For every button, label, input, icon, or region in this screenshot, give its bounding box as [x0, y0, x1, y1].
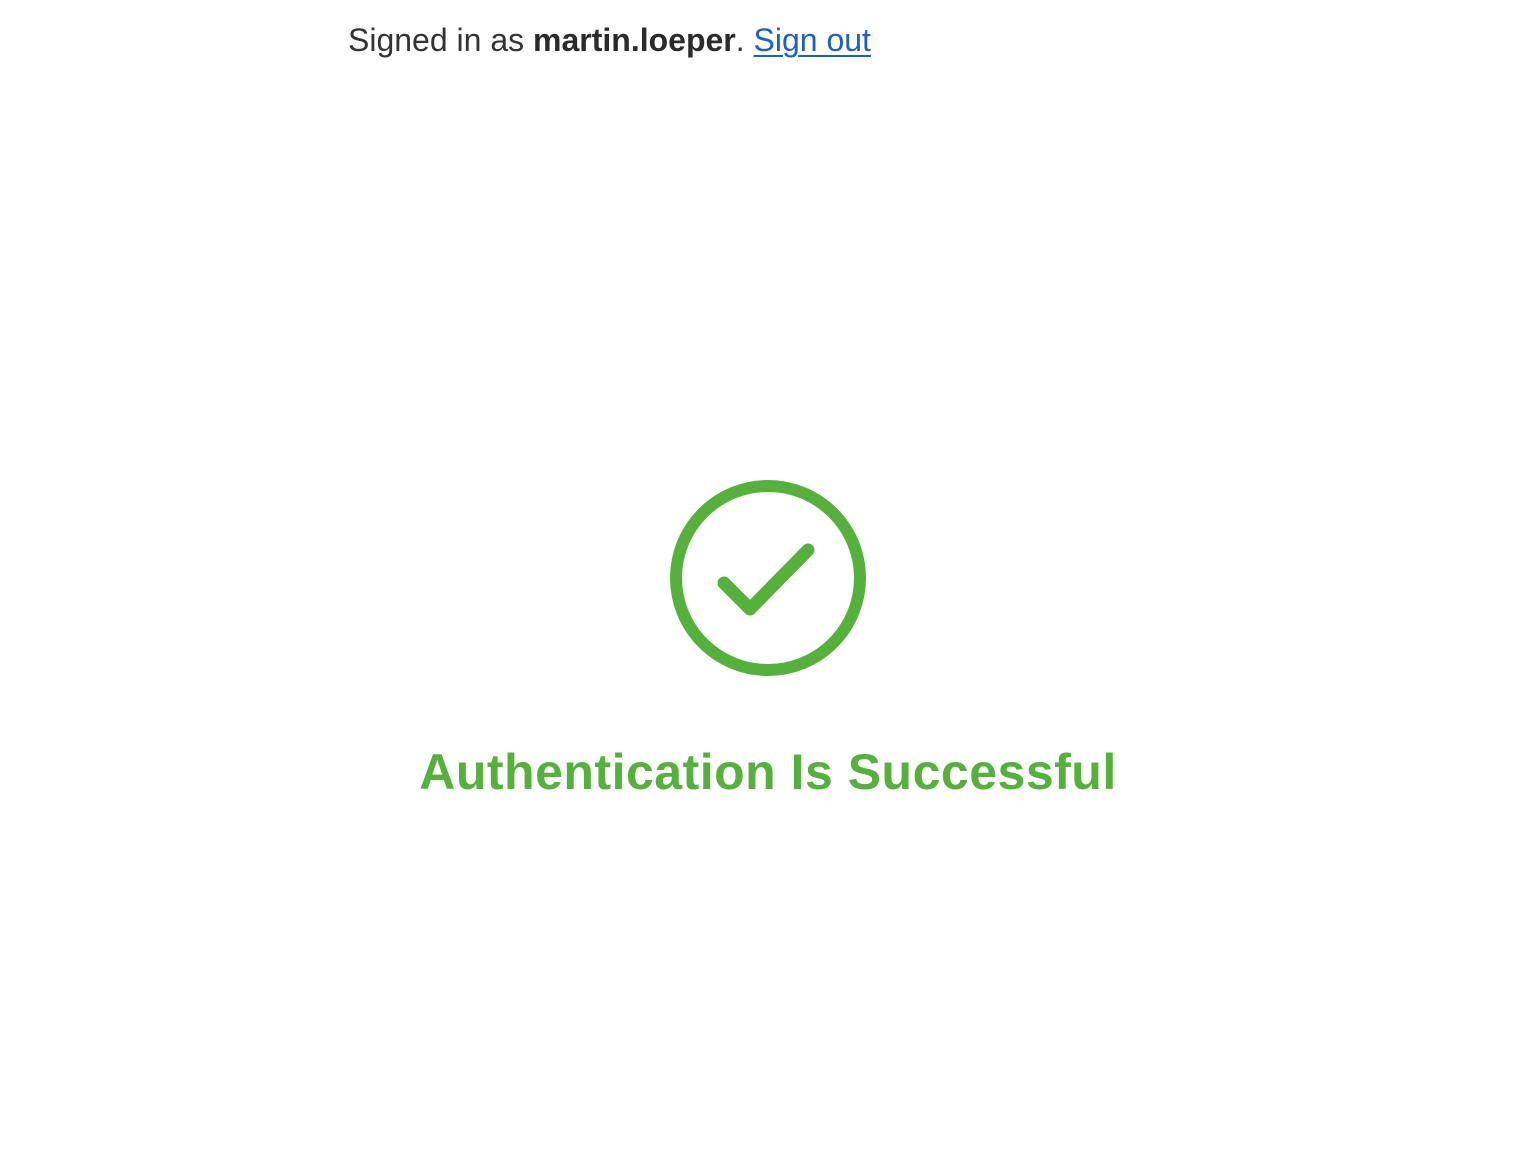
- signed-in-prefix: Signed in as: [348, 22, 525, 58]
- sign-out-link[interactable]: Sign out: [754, 22, 871, 58]
- success-title: Authentication Is Successful: [419, 744, 1117, 800]
- check-mark: [717, 543, 815, 616]
- check-circle-ring: [670, 480, 866, 676]
- signed-in-status: Signed in as martin.loeper. Sign out: [348, 18, 871, 62]
- check-circle-icon: [668, 478, 868, 678]
- username: martin.loeper: [533, 22, 736, 58]
- period: .: [735, 22, 745, 58]
